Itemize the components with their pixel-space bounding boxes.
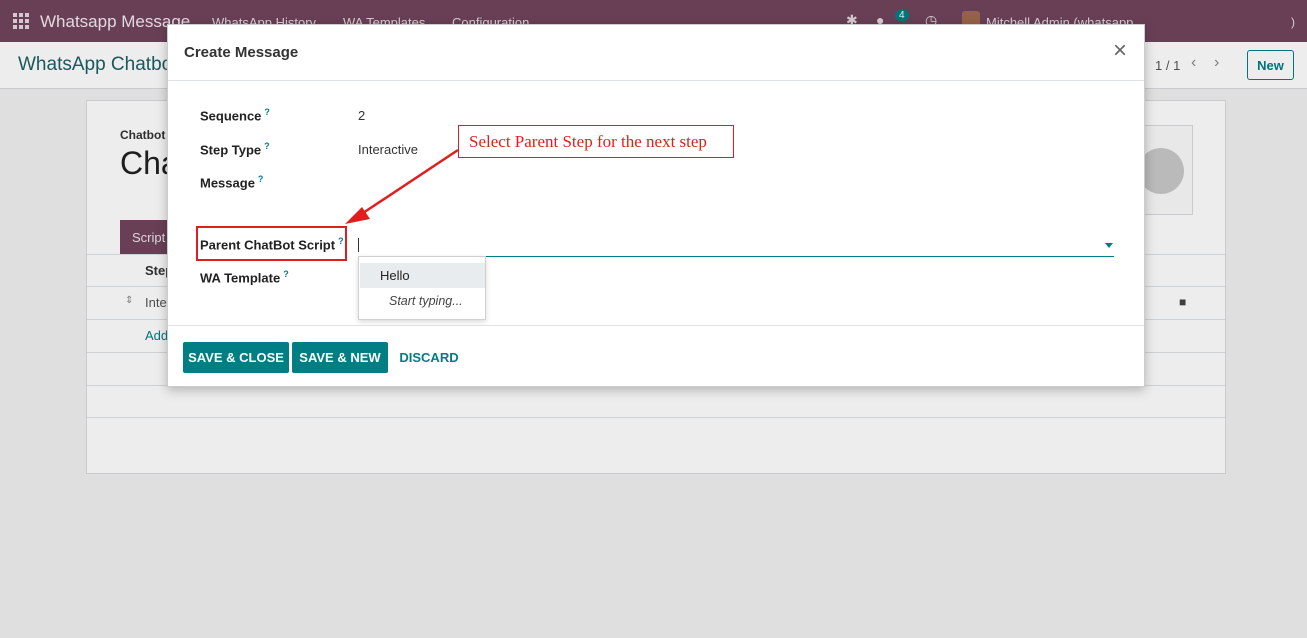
wa-template-label: WA Template? <box>200 269 289 286</box>
help-icon[interactable]: ? <box>264 141 270 151</box>
modal-footer: SAVE & CLOSE SAVE & NEW DISCARD <box>168 325 1144 386</box>
sequence-label: Sequence? <box>200 107 270 124</box>
save-close-button[interactable]: SAVE & CLOSE <box>183 342 289 373</box>
modal-title: Create Message <box>184 44 299 61</box>
parent-chatbot-script-input[interactable] <box>358 235 1114 257</box>
chevron-down-icon[interactable] <box>1105 243 1113 248</box>
step-type-label: Step Type? <box>200 141 270 158</box>
autocomplete-dropdown: Hello Start typing... <box>358 256 486 320</box>
text-cursor <box>358 238 359 252</box>
help-icon[interactable]: ? <box>283 269 289 279</box>
autocomplete-option-hello[interactable]: Hello <box>360 263 485 288</box>
save-new-button[interactable]: SAVE & NEW <box>292 342 388 373</box>
help-icon[interactable]: ? <box>338 236 344 246</box>
autocomplete-hint: Start typing... <box>389 294 463 308</box>
step-type-value[interactable]: Interactive <box>358 142 418 157</box>
parent-chatbot-script-label: Parent ChatBot Script? <box>200 236 344 253</box>
modal-header: Create Message × <box>168 25 1144 81</box>
sequence-value[interactable]: 2 <box>358 108 365 123</box>
message-label: Message? <box>200 174 264 191</box>
help-icon[interactable]: ? <box>264 107 270 117</box>
discard-button[interactable]: DISCARD <box>394 342 464 373</box>
help-icon[interactable]: ? <box>258 174 264 184</box>
annotation-callout: Select Parent Step for the next step <box>458 125 734 158</box>
create-message-dialog: Create Message × Sequence? 2 Step Type? … <box>167 24 1145 387</box>
close-icon[interactable]: × <box>1113 39 1127 63</box>
